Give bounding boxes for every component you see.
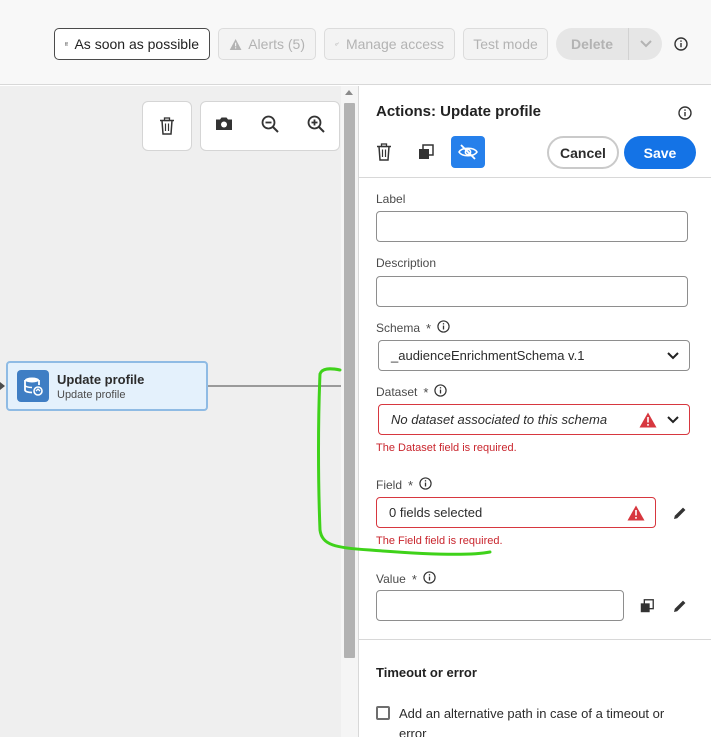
- field-field-text: Field: [376, 478, 403, 492]
- dataset-field-label: Dataset *: [376, 384, 448, 400]
- value-input[interactable]: [376, 590, 624, 621]
- cancel-button[interactable]: Cancel: [547, 136, 619, 169]
- alert-icon: [627, 505, 645, 520]
- value-field-label: Value *: [376, 571, 436, 587]
- zoom-in-icon[interactable]: [307, 115, 325, 138]
- label-field-text: Label: [376, 192, 406, 206]
- schema-select[interactable]: _audienceEnrichmentSchema v.1: [378, 340, 690, 371]
- top-toolbar: As soon as possible Alerts (5) Manage ac…: [0, 0, 711, 85]
- delete-button-group[interactable]: Delete: [556, 28, 662, 60]
- alternative-path-checkbox[interactable]: [376, 706, 390, 720]
- canvas-delete-button[interactable]: [142, 101, 192, 151]
- visibility-off-icon: [458, 144, 478, 160]
- duplicate-icon: [419, 144, 434, 159]
- canvas-scrollbar[interactable]: [341, 86, 358, 737]
- manage-access-label: Manage access: [345, 36, 444, 52]
- info-icon[interactable]: [423, 571, 436, 587]
- dataset-select-value: No dataset associated to this schema: [391, 412, 608, 427]
- dataset-field-text: Dataset: [376, 385, 418, 399]
- value-field-text: Value: [376, 572, 406, 586]
- action-properties-panel: Actions: Update profile Cancel Save Labe…: [358, 86, 711, 737]
- alerts-button[interactable]: Alerts (5): [218, 28, 316, 60]
- manage-access-button[interactable]: Manage access: [324, 28, 455, 60]
- test-mode-label: Test mode: [473, 36, 538, 52]
- chevron-down-icon: [667, 415, 679, 423]
- alert-icon: [639, 412, 657, 427]
- node-subtitle: Update profile: [57, 388, 126, 401]
- trash-icon: [377, 143, 391, 161]
- info-icon[interactable]: [674, 37, 688, 56]
- profile-database-icon: [17, 370, 49, 402]
- hide-toggle-button[interactable]: [451, 136, 485, 168]
- schema-field-text: Schema: [376, 321, 421, 335]
- section-divider: [359, 639, 711, 640]
- info-icon[interactable]: [437, 320, 450, 336]
- calendar-icon: [65, 42, 69, 46]
- label-input[interactable]: [376, 211, 688, 242]
- dataset-error-message: The Dataset field is required.: [376, 442, 517, 454]
- description-field-label: Description: [376, 256, 436, 270]
- camera-icon[interactable]: [215, 116, 233, 136]
- schedule-button[interactable]: As soon as possible: [54, 28, 210, 60]
- required-asterisk: *: [408, 477, 414, 493]
- schema-field-label: Schema *: [376, 320, 450, 336]
- alternative-path-label: Add an alternative path in case of a tim…: [399, 706, 665, 737]
- description-input[interactable]: [376, 276, 688, 307]
- test-mode-button[interactable]: Test mode: [463, 28, 548, 60]
- scroll-up-icon[interactable]: [345, 90, 353, 95]
- key-icon: [335, 42, 339, 46]
- journey-canvas[interactable]: Update profile Update profile: [0, 86, 341, 737]
- duplicate-action-button[interactable]: [409, 136, 443, 168]
- chevron-down-icon: [667, 351, 679, 359]
- zoom-out-icon[interactable]: [261, 115, 279, 138]
- node-connector: [208, 385, 341, 387]
- required-asterisk: *: [426, 320, 432, 336]
- dataset-select[interactable]: No dataset associated to this schema: [378, 404, 690, 435]
- description-field-text: Description: [376, 256, 437, 270]
- update-profile-node[interactable]: Update profile Update profile: [6, 361, 208, 411]
- canvas-view-tools: [200, 101, 340, 151]
- delete-action-button[interactable]: [367, 136, 401, 168]
- info-icon[interactable]: [434, 384, 448, 400]
- chevron-down-icon[interactable]: [629, 40, 662, 48]
- panel-header: Actions: Update profile Cancel Save: [359, 86, 711, 178]
- info-icon[interactable]: [419, 477, 432, 493]
- edit-value-pencil-icon[interactable]: [672, 598, 688, 619]
- warning-icon: [229, 38, 242, 50]
- required-asterisk: *: [423, 384, 429, 400]
- field-selector-value: 0 fields selected: [389, 505, 483, 520]
- edit-field-pencil-icon[interactable]: [672, 505, 688, 526]
- required-asterisk: *: [411, 571, 417, 587]
- alerts-label: Alerts (5): [248, 36, 305, 52]
- delete-label: Delete: [570, 36, 614, 52]
- info-icon[interactable]: [678, 106, 692, 125]
- field-selector[interactable]: 0 fields selected: [376, 497, 656, 528]
- save-button[interactable]: Save: [624, 136, 696, 169]
- panel-title: Actions: Update profile: [376, 103, 542, 120]
- timeout-section-title: Timeout or error: [376, 665, 477, 680]
- incoming-arrow-icon: [0, 382, 5, 390]
- field-field-label: Field *: [376, 477, 432, 493]
- schedule-label: As soon as possible: [74, 36, 199, 52]
- scrollbar-thumb[interactable]: [344, 103, 355, 658]
- duplicate-icon[interactable]: [639, 598, 655, 619]
- label-field-label: Label: [376, 192, 405, 206]
- schema-select-value: _audienceEnrichmentSchema v.1: [391, 348, 585, 363]
- field-error-message: The Field field is required.: [376, 535, 503, 547]
- node-title: Update profile: [57, 371, 145, 387]
- trash-icon: [160, 117, 174, 135]
